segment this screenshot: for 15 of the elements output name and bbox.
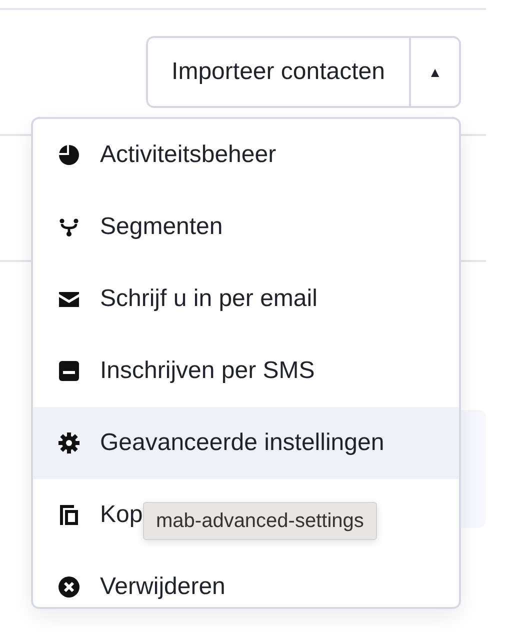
copy-icon <box>59 504 79 526</box>
fork-icon <box>58 216 80 238</box>
envelope-icon <box>58 290 80 308</box>
pie-chart-icon <box>58 144 80 166</box>
menu-item[interactable]: Verwijderen <box>100 573 226 601</box>
menu-item[interactable]: Kop <box>100 501 143 529</box>
dropdown-toggle[interactable]: ▲ <box>409 38 459 106</box>
form-icon <box>58 360 80 382</box>
menu-item[interactable]: Activiteitsbeheer <box>100 141 276 169</box>
delete-icon <box>58 576 80 598</box>
import-contacts-button[interactable]: Importeer contacten <box>148 38 409 106</box>
tooltip: mab-advanced-settings <box>143 502 377 540</box>
menu-item[interactable]: Schrijf u in per email <box>100 285 318 313</box>
menu-item[interactable]: Segmenten <box>100 213 223 241</box>
menu-item[interactable]: Inschrijven per SMS <box>100 357 315 385</box>
